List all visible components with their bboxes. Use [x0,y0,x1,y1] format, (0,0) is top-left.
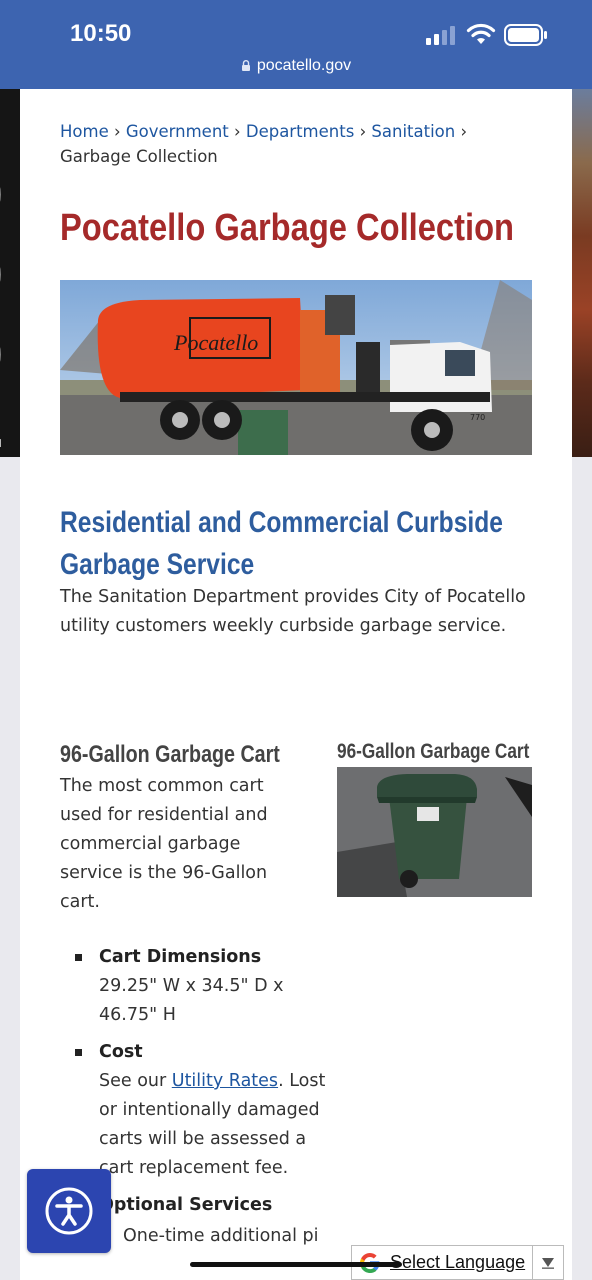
breadcrumb-separator: › [460,122,468,141]
optional-services-list: One-time additional pi [99,1222,335,1251]
content-card: Home › Government › Departments › Sanita… [20,89,572,1280]
breadcrumb-separator: › [234,122,241,141]
breadcrumb-departments[interactable]: Departments [246,122,354,141]
url-text: pocatello.gov [256,57,352,74]
accessibility-button[interactable] [27,1169,111,1253]
optional-services-term: Optional Services [99,1195,273,1215]
list-item: One-time additional pi [99,1222,335,1251]
list-item: Cart Dimensions 29.25" W x 34.5" D x 46.… [75,943,335,1030]
garbage-cart-photo [337,767,532,897]
home-indicator[interactable] [190,1262,402,1267]
breadcrumb-sanitation[interactable]: Sanitation [371,122,455,141]
background-image-left: S O O O L [0,89,20,457]
cart-info-list: Cart Dimensions 29.25" W x 34.5" D x 46.… [75,943,335,1259]
lock-icon [241,60,250,71]
address-bar[interactable]: pocatello.gov [0,57,592,75]
list-item: Cost See our Utility Rates. Lost or inte… [75,1038,335,1183]
garbage-truck-photo: Pocatello 770 [60,280,532,455]
truck-logo-text: Pocatello [173,330,258,355]
section-intro: The Sanitation Department provides City … [60,587,526,636]
cart-heading: 96-Gallon Garbage Cart [60,741,280,768]
dropdown-arrow-icon [532,1246,563,1279]
clock-time: 10:50 [70,20,132,47]
status-bar: 10:50 pocatello.gov [0,0,592,89]
breadcrumb-home[interactable]: Home [60,122,109,141]
cart-photo-caption: 96-Gallon Garbage Cart [337,740,530,763]
page-title: Pocatello Garbage Collection [60,207,514,249]
dimensions-term: Cart Dimensions [99,947,262,967]
accessibility-icon [45,1187,93,1235]
breadcrumb-separator: › [359,122,367,141]
utility-rates-link[interactable]: Utility Rates [172,1071,278,1091]
section-heading: Residential and Commercial Curbside Garb… [60,506,503,581]
breadcrumb: Home › Government › Departments › Sanita… [60,119,520,169]
breadcrumb-current: Garbage Collection [60,147,218,166]
wifi-icon [466,23,496,44]
list-item: Optional Services One-time additional pi [75,1191,335,1251]
truck-unit-number: 770 [470,413,485,422]
cost-prefix: See our [99,1071,172,1091]
breadcrumb-government[interactable]: Government [126,122,229,141]
cost-term: Cost [99,1042,143,1062]
language-label: Select Language [390,1252,526,1272]
dimensions-value: 29.25" W x 34.5" D x 46.75" H [99,976,284,1025]
breadcrumb-separator: › [113,122,121,141]
background-image-right [572,89,592,457]
cart-description: The most common cart used for residentia… [60,776,268,912]
battery-icon [504,24,547,46]
cellular-signal-icon [426,26,455,45]
